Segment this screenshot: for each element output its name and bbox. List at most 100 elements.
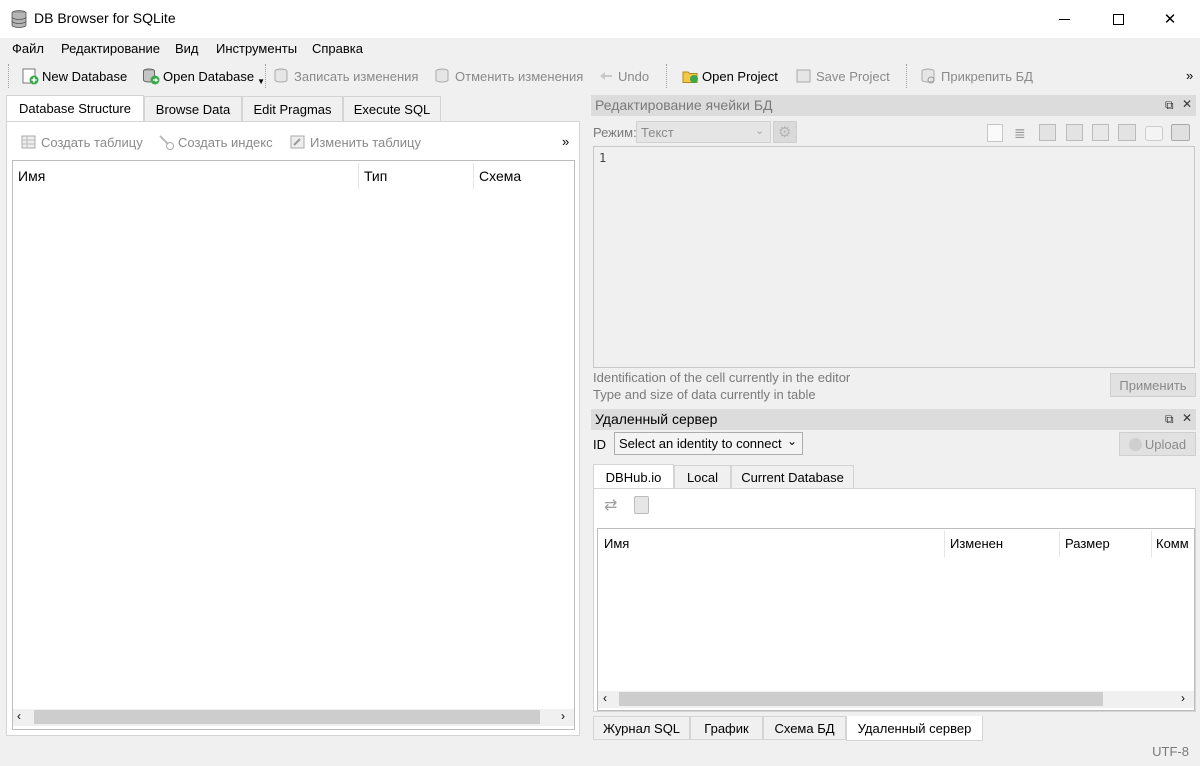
scroll-right-icon[interactable]: › bbox=[561, 709, 565, 723]
mode-select[interactable]: Текст ⌄ bbox=[636, 121, 771, 143]
tab-edit-pragmas[interactable]: Edit Pragmas bbox=[242, 96, 343, 121]
open-in-app-icon[interactable] bbox=[1118, 124, 1136, 141]
scroll-left-icon[interactable]: ‹ bbox=[17, 709, 21, 723]
tab-local[interactable]: Local bbox=[674, 465, 731, 489]
save-project-button[interactable]: Save Project bbox=[795, 64, 890, 88]
tab-remote[interactable]: Удаленный сервер bbox=[846, 716, 983, 741]
float-dock-icon[interactable]: ⧉ bbox=[1165, 412, 1174, 427]
save-project-icon bbox=[796, 69, 811, 83]
tab-database-structure[interactable]: Database Structure bbox=[6, 95, 144, 121]
refresh-icon[interactable]: ⇄ bbox=[604, 495, 617, 515]
open-project-button[interactable]: Open Project bbox=[681, 64, 778, 88]
menu-tools[interactable]: Инструменты bbox=[216, 41, 297, 56]
write-changes-button[interactable]: Записать изменения bbox=[273, 64, 418, 88]
chevron-down-icon: ⌄ bbox=[787, 434, 798, 448]
column-header-modified[interactable]: Изменен bbox=[950, 536, 1003, 551]
remote-file-list[interactable] bbox=[597, 528, 1195, 711]
modify-table-button[interactable]: Изменить таблицу bbox=[289, 131, 421, 153]
open-database-icon bbox=[143, 68, 160, 85]
new-database-button[interactable]: New Database bbox=[21, 64, 127, 88]
create-index-button[interactable]: Создать индекс bbox=[157, 131, 273, 153]
apply-button[interactable]: Применить bbox=[1110, 373, 1196, 397]
mode-label: Режим: bbox=[593, 125, 637, 140]
remote-title-bar: Удаленный сервер bbox=[591, 409, 1196, 430]
tab-execute-sql[interactable]: Execute SQL bbox=[343, 96, 441, 121]
export-icon[interactable] bbox=[1066, 124, 1083, 141]
tab-browse-data[interactable]: Browse Data bbox=[144, 96, 242, 121]
open-database-button[interactable]: Open Database ▼ bbox=[142, 64, 265, 88]
column-divider[interactable] bbox=[944, 531, 945, 557]
toolbar-separator bbox=[666, 64, 667, 88]
tab-current-database[interactable]: Current Database bbox=[731, 465, 854, 489]
column-header-schema[interactable]: Схема bbox=[479, 168, 521, 184]
tab-db-schema[interactable]: Схема БД bbox=[763, 716, 846, 740]
tab-sql-log[interactable]: Журнал SQL bbox=[593, 716, 690, 740]
column-divider[interactable] bbox=[473, 163, 474, 189]
create-table-button[interactable]: Создать таблицу bbox=[20, 131, 143, 153]
create-table-icon bbox=[21, 135, 36, 149]
import-icon[interactable] bbox=[1039, 124, 1056, 141]
attach-database-label: Прикрепить БД bbox=[941, 68, 1033, 84]
column-divider[interactable] bbox=[1059, 531, 1060, 557]
menu-view[interactable]: Вид bbox=[175, 41, 199, 56]
scroll-right-icon[interactable]: › bbox=[1181, 691, 1185, 705]
float-dock-icon[interactable]: ⧉ bbox=[1165, 98, 1174, 113]
column-header-type[interactable]: Тип bbox=[364, 168, 387, 184]
title-bar bbox=[0, 0, 1200, 38]
revert-changes-icon bbox=[435, 68, 449, 83]
auto-switch-mode-button[interactable]: ⚙ bbox=[773, 121, 797, 143]
main-tabs: Database Structure Browse Data Edit Prag… bbox=[6, 95, 580, 121]
cell-identification-text: Identification of the cell currently in … bbox=[593, 370, 851, 385]
upload-button[interactable]: Upload bbox=[1119, 432, 1196, 456]
menu-file[interactable]: Файл bbox=[12, 41, 44, 56]
cell-editor-text-area[interactable]: 1 bbox=[593, 146, 1195, 368]
write-changes-label: Записать изменения bbox=[294, 68, 419, 84]
column-header-name[interactable]: Имя bbox=[18, 168, 45, 184]
create-table-label: Создать таблицу bbox=[41, 134, 143, 150]
attach-database-button[interactable]: Прикрепить БД bbox=[920, 64, 1033, 88]
column-divider[interactable] bbox=[358, 163, 359, 189]
column-header-comment[interactable]: Комм bbox=[1156, 536, 1194, 551]
structure-overflow-button[interactable]: » bbox=[562, 134, 569, 149]
close-button[interactable]: ✕ bbox=[1143, 0, 1197, 38]
scrollbar-thumb[interactable] bbox=[34, 710, 540, 724]
revert-changes-button[interactable]: Отменить изменения bbox=[434, 64, 583, 88]
upload-label: Upload bbox=[1144, 436, 1187, 452]
upload-icon bbox=[1128, 437, 1142, 451]
clone-database-icon[interactable] bbox=[634, 496, 649, 514]
remote-title: Удаленный сервер bbox=[595, 411, 718, 427]
save-file-icon[interactable] bbox=[1145, 126, 1163, 141]
close-dock-icon[interactable]: ✕ bbox=[1182, 411, 1192, 425]
structure-tree[interactable] bbox=[12, 160, 575, 730]
toolbar-overflow-button[interactable]: » bbox=[1186, 68, 1193, 83]
column-header-size[interactable]: Размер bbox=[1065, 536, 1110, 551]
scroll-left-icon[interactable]: ‹ bbox=[603, 691, 607, 705]
word-wrap-icon[interactable] bbox=[987, 124, 1003, 142]
identity-label: ID bbox=[593, 437, 606, 452]
column-header-name[interactable]: Имя bbox=[604, 536, 629, 551]
new-database-label: New Database bbox=[42, 68, 128, 84]
dropdown-arrow-icon[interactable]: ▼ bbox=[257, 77, 265, 86]
mode-select-value: Текст bbox=[641, 125, 674, 140]
auto-format-icon[interactable]: ≣ bbox=[1014, 125, 1026, 142]
scrollbar-thumb[interactable] bbox=[619, 692, 1103, 706]
undo-button[interactable]: Undo bbox=[597, 64, 649, 88]
close-dock-icon[interactable]: ✕ bbox=[1182, 97, 1192, 111]
tab-dbhub[interactable]: DBHub.io bbox=[593, 464, 674, 489]
open-project-icon bbox=[682, 71, 698, 83]
menu-help[interactable]: Справка bbox=[312, 41, 363, 56]
toolbar-separator bbox=[906, 64, 907, 88]
print-icon[interactable] bbox=[1171, 124, 1190, 141]
cell-editor-title-bar: Редактирование ячейки БД bbox=[591, 95, 1196, 116]
column-divider[interactable] bbox=[1151, 531, 1152, 557]
minimize-button[interactable] bbox=[1037, 0, 1091, 38]
set-null-icon[interactable] bbox=[1092, 124, 1109, 141]
toolbar-separator bbox=[265, 64, 266, 88]
menu-edit[interactable]: Редактирование bbox=[61, 41, 160, 56]
undo-label: Undo bbox=[618, 68, 650, 84]
identity-select[interactable]: Select an identity to connect ⌄ bbox=[614, 432, 803, 455]
maximize-button[interactable] bbox=[1091, 0, 1145, 38]
close-icon: ✕ bbox=[1163, 11, 1177, 28]
create-index-label: Создать индекс bbox=[178, 134, 273, 150]
tab-plot[interactable]: График bbox=[690, 716, 763, 740]
